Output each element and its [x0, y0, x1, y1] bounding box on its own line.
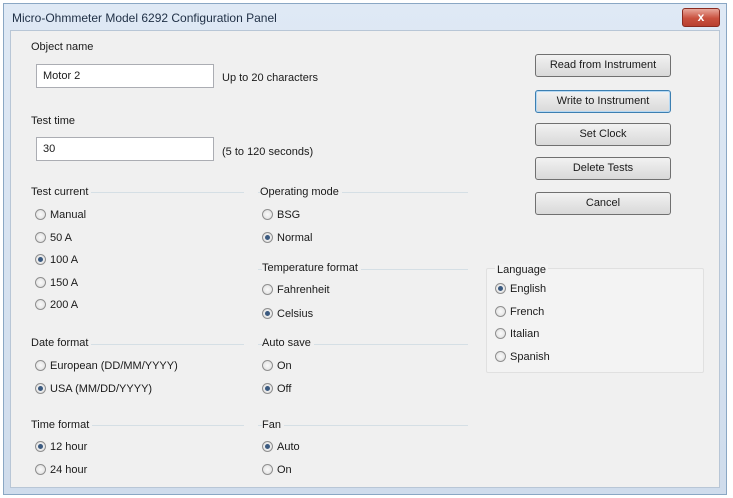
date-format-european-radio[interactable]: European (DD/MM/YYYY) — [35, 360, 178, 372]
test-current-100a-radio[interactable]: 100 A — [35, 254, 78, 266]
test-time-label: Test time — [31, 115, 76, 127]
close-icon: x — [697, 10, 705, 24]
fan-auto-radio[interactable]: Auto — [262, 441, 300, 453]
test-current-50a-radio[interactable]: 50 A — [35, 232, 72, 244]
radio-selected-icon — [262, 308, 273, 319]
radio-selected-icon — [262, 441, 273, 452]
radio-selected-icon — [262, 232, 273, 243]
object-name-field[interactable]: Motor 2 — [36, 64, 214, 88]
delete-tests-button[interactable]: Delete Tests — [535, 157, 671, 180]
window-title: Micro-Ohmmeter Model 6292 Configuration … — [12, 11, 277, 25]
time-format-label: Time format — [31, 419, 93, 431]
test-current-150a-radio[interactable]: 150 A — [35, 277, 78, 289]
object-name-hint: Up to 20 characters — [222, 72, 318, 84]
test-time-field[interactable]: 30 — [36, 137, 214, 161]
object-name-label: Object name — [31, 41, 94, 53]
language-label: Language — [495, 264, 548, 276]
radio-icon — [262, 209, 273, 220]
cancel-button[interactable]: Cancel — [535, 192, 671, 215]
fan-label: Fan — [262, 419, 284, 431]
dialog-body: Object name Motor 2 Up to 20 characters … — [10, 30, 720, 488]
radio-selected-icon — [35, 254, 46, 265]
radio-selected-icon — [262, 383, 273, 394]
auto-save-on-radio[interactable]: On — [262, 360, 292, 372]
language-english-radio[interactable]: English — [495, 283, 546, 295]
temperature-format-group — [258, 269, 468, 332]
auto-save-label: Auto save — [262, 337, 314, 349]
radio-selected-icon — [35, 441, 46, 452]
auto-save-off-radio[interactable]: Off — [262, 383, 291, 395]
close-button[interactable]: x — [682, 8, 720, 27]
radio-icon — [35, 232, 46, 243]
language-spanish-radio[interactable]: Spanish — [495, 351, 550, 363]
test-time-hint: (5 to 120 seconds) — [222, 146, 314, 158]
radio-selected-icon — [35, 383, 46, 394]
fan-on-radio[interactable]: On — [262, 464, 292, 476]
temperature-celsius-radio[interactable]: Celsius — [262, 308, 313, 320]
operating-mode-label: Operating mode — [260, 186, 342, 198]
radio-icon — [35, 209, 46, 220]
operating-mode-bsg-radio[interactable]: BSG — [262, 209, 300, 221]
radio-icon — [35, 299, 46, 310]
language-italian-radio[interactable]: Italian — [495, 328, 539, 340]
write-to-instrument-button[interactable]: Write to Instrument — [535, 90, 671, 113]
config-window: Micro-Ohmmeter Model 6292 Configuration … — [3, 3, 727, 495]
read-from-instrument-button[interactable]: Read from Instrument — [535, 54, 671, 77]
radio-icon — [262, 464, 273, 475]
date-format-usa-radio[interactable]: USA (MM/DD/YYYY) — [35, 383, 152, 395]
set-clock-button[interactable]: Set Clock — [535, 123, 671, 146]
time-format-12h-radio[interactable]: 12 hour — [35, 441, 87, 453]
operating-mode-normal-radio[interactable]: Normal — [262, 232, 312, 244]
radio-icon — [35, 277, 46, 288]
language-french-radio[interactable]: French — [495, 306, 544, 318]
radio-icon — [495, 306, 506, 317]
time-format-24h-radio[interactable]: 24 hour — [35, 464, 87, 476]
temperature-fahrenheit-radio[interactable]: Fahrenheit — [262, 284, 330, 296]
operating-mode-group — [258, 192, 468, 255]
radio-selected-icon — [495, 283, 506, 294]
test-current-manual-radio[interactable]: Manual — [35, 209, 86, 221]
radio-icon — [495, 328, 506, 339]
test-current-200a-radio[interactable]: 200 A — [35, 299, 78, 311]
temperature-format-label: Temperature format — [262, 262, 361, 274]
radio-icon — [262, 284, 273, 295]
radio-icon — [262, 360, 273, 371]
date-format-label: Date format — [31, 337, 92, 349]
test-current-label: Test current — [31, 186, 92, 198]
title-bar[interactable]: Micro-Ohmmeter Model 6292 Configuration … — [4, 4, 726, 30]
radio-icon — [35, 464, 46, 475]
radio-icon — [495, 351, 506, 362]
radio-icon — [35, 360, 46, 371]
